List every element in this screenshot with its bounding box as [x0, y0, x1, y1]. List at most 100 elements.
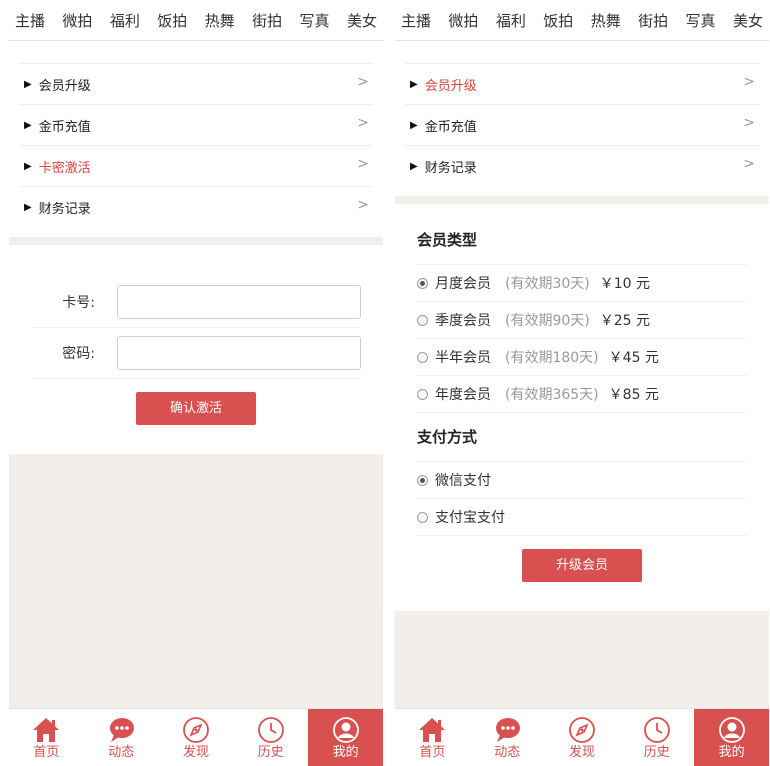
nav-item-fuli[interactable]: 福利: [110, 10, 140, 31]
radio-unchecked-icon[interactable]: [417, 388, 428, 400]
menu-item-label: 金币充值: [38, 119, 91, 135]
tab-history[interactable]: 历史: [619, 709, 694, 766]
tab-history[interactable]: 历史: [233, 709, 308, 766]
triangle-right-icon: ▶: [24, 201, 32, 213]
tab-mine[interactable]: 我的: [308, 709, 383, 766]
member-option-validity: (有效期180天): [505, 350, 599, 366]
payment-option-name: 微信支付: [435, 473, 491, 489]
member-option-price: ￥25 元: [599, 313, 651, 329]
tab-discover[interactable]: 发现: [545, 709, 620, 766]
bottom-tab-bar: 首页 动态 发现 历史 我的: [9, 708, 383, 766]
nav-item-rewu[interactable]: 热舞: [591, 10, 621, 31]
nav-item-jiepai[interactable]: 街拍: [638, 10, 668, 31]
user-icon: [718, 717, 745, 743]
chevron-right-icon: >: [357, 156, 369, 172]
chevron-right-icon: >: [743, 156, 755, 172]
tab-mine[interactable]: 我的: [694, 709, 769, 766]
member-upgrade-form: 会员类型 月度会员 (有效期30天) ￥10 元 季度会员 (有效期90天) ￥…: [395, 204, 769, 611]
clock-icon: [643, 717, 670, 743]
card-number-input[interactable]: [117, 285, 361, 319]
nav-item-xiezhen[interactable]: 写真: [300, 10, 330, 31]
menu-item-finance[interactable]: ▶ 财务记录 >: [19, 186, 373, 227]
chat-icon: [496, 718, 521, 742]
member-type-title: 会员类型: [417, 226, 747, 265]
tab-home[interactable]: 首页: [9, 709, 84, 766]
nav-item-fuli[interactable]: 福利: [496, 10, 526, 31]
top-category-nav: 主播 微拍 福利 饭拍 热舞 街拍 写真 美女: [395, 0, 769, 41]
member-option-validity: (有效期365天): [505, 387, 599, 403]
nav-item-weipai[interactable]: 微拍: [448, 10, 478, 31]
menu-item-label: 财务记录: [424, 160, 477, 176]
tab-feed[interactable]: 动态: [84, 709, 159, 766]
radio-unchecked-icon[interactable]: [417, 351, 428, 363]
payment-option-name: 支付宝支付: [435, 510, 505, 526]
menu-item-finance[interactable]: ▶ 财务记录 >: [405, 145, 759, 186]
nav-item-fanpai[interactable]: 饭拍: [157, 10, 187, 31]
chevron-right-icon: >: [357, 115, 369, 131]
section-divider: [9, 237, 383, 245]
menu-item-label: 金币充值: [424, 119, 477, 135]
member-option-quarterly[interactable]: 季度会员 (有效期90天) ￥25 元: [417, 302, 747, 339]
member-option-name: 半年会员: [435, 350, 491, 366]
card-number-row: 卡号:: [31, 277, 361, 328]
tab-label: 我的: [718, 745, 745, 760]
account-menu: ▶ 会员升级 > ▶ 金币充值 > ▶ 财务记录 >: [395, 41, 769, 196]
confirm-activate-button[interactable]: 确认激活: [136, 392, 256, 425]
triangle-right-icon: ▶: [24, 119, 32, 131]
nav-item-anchor[interactable]: 主播: [401, 10, 431, 31]
chevron-right-icon: >: [743, 74, 755, 90]
member-option-price: ￥10 元: [599, 276, 651, 292]
right-screen: 主播 微拍 福利 饭拍 热舞 街拍 写真 美女 ▶ 会员升级 > ▶ 金币充值 …: [395, 0, 769, 766]
nav-item-meinv[interactable]: 美女: [733, 10, 763, 31]
member-option-name: 月度会员: [435, 276, 491, 292]
menu-item-upgrade[interactable]: ▶ 会员升级 >: [405, 63, 759, 104]
chat-icon: [110, 718, 135, 742]
tab-feed[interactable]: 动态: [470, 709, 545, 766]
tab-discover[interactable]: 发现: [159, 709, 234, 766]
payment-option-alipay[interactable]: 支付宝支付: [417, 499, 747, 536]
upgrade-member-button[interactable]: 升级会员: [522, 549, 642, 582]
payment-method-title: 支付方式: [417, 423, 747, 462]
menu-item-recharge[interactable]: ▶ 金币充值 >: [405, 104, 759, 145]
member-option-price: ￥45 元: [608, 350, 659, 366]
triangle-right-icon: ▶: [24, 78, 32, 90]
member-option-yearly[interactable]: 年度会员 (有效期365天) ￥85 元: [417, 376, 747, 413]
top-category-nav: 主播 微拍 福利 饭拍 热舞 街拍 写真 美女: [9, 0, 383, 41]
nav-item-anchor[interactable]: 主播: [15, 10, 45, 31]
card-activation-form: 卡号: 密码: 确认激活: [9, 245, 383, 454]
password-input[interactable]: [117, 336, 361, 370]
nav-item-rewu[interactable]: 热舞: [205, 10, 235, 31]
home-icon: [33, 718, 60, 742]
nav-item-weipai[interactable]: 微拍: [62, 10, 92, 31]
clock-icon: [257, 717, 284, 743]
nav-item-xiezhen[interactable]: 写真: [686, 10, 716, 31]
user-icon: [332, 717, 359, 743]
menu-item-label: 卡密激活: [38, 160, 91, 176]
radio-unchecked-icon[interactable]: [417, 511, 428, 523]
radio-checked-icon[interactable]: [417, 277, 428, 289]
member-option-monthly[interactable]: 月度会员 (有效期30天) ￥10 元: [417, 265, 747, 302]
menu-item-label: 会员升级: [424, 78, 477, 94]
tab-home[interactable]: 首页: [395, 709, 470, 766]
member-option-halfyear[interactable]: 半年会员 (有效期180天) ￥45 元: [417, 339, 747, 376]
menu-item-upgrade[interactable]: ▶ 会员升级 >: [19, 63, 373, 104]
tab-label: 历史: [257, 745, 284, 760]
left-screen: 主播 微拍 福利 饭拍 热舞 街拍 写真 美女 ▶ 会员升级 > ▶ 金币充值 …: [9, 0, 383, 766]
nav-item-fanpai[interactable]: 饭拍: [543, 10, 573, 31]
triangle-right-icon: ▶: [410, 160, 418, 172]
radio-checked-icon[interactable]: [417, 474, 428, 486]
radio-unchecked-icon[interactable]: [417, 314, 428, 326]
chevron-right-icon: >: [357, 74, 369, 90]
chevron-right-icon: >: [743, 115, 755, 131]
tab-label: 动态: [494, 745, 521, 760]
member-option-validity: (有效期90天): [505, 313, 590, 329]
tab-label: 发现: [182, 745, 209, 760]
bottom-tab-bar: 首页 动态 发现 历史 我的: [395, 708, 769, 766]
menu-item-card-activate[interactable]: ▶ 卡密激活 >: [19, 145, 373, 186]
nav-item-meinv[interactable]: 美女: [347, 10, 377, 31]
payment-option-wechat[interactable]: 微信支付: [417, 462, 747, 499]
menu-item-recharge[interactable]: ▶ 金币充值 >: [19, 104, 373, 145]
member-option-validity: (有效期30天): [505, 276, 590, 292]
triangle-right-icon: ▶: [410, 119, 418, 131]
nav-item-jiepai[interactable]: 街拍: [252, 10, 282, 31]
